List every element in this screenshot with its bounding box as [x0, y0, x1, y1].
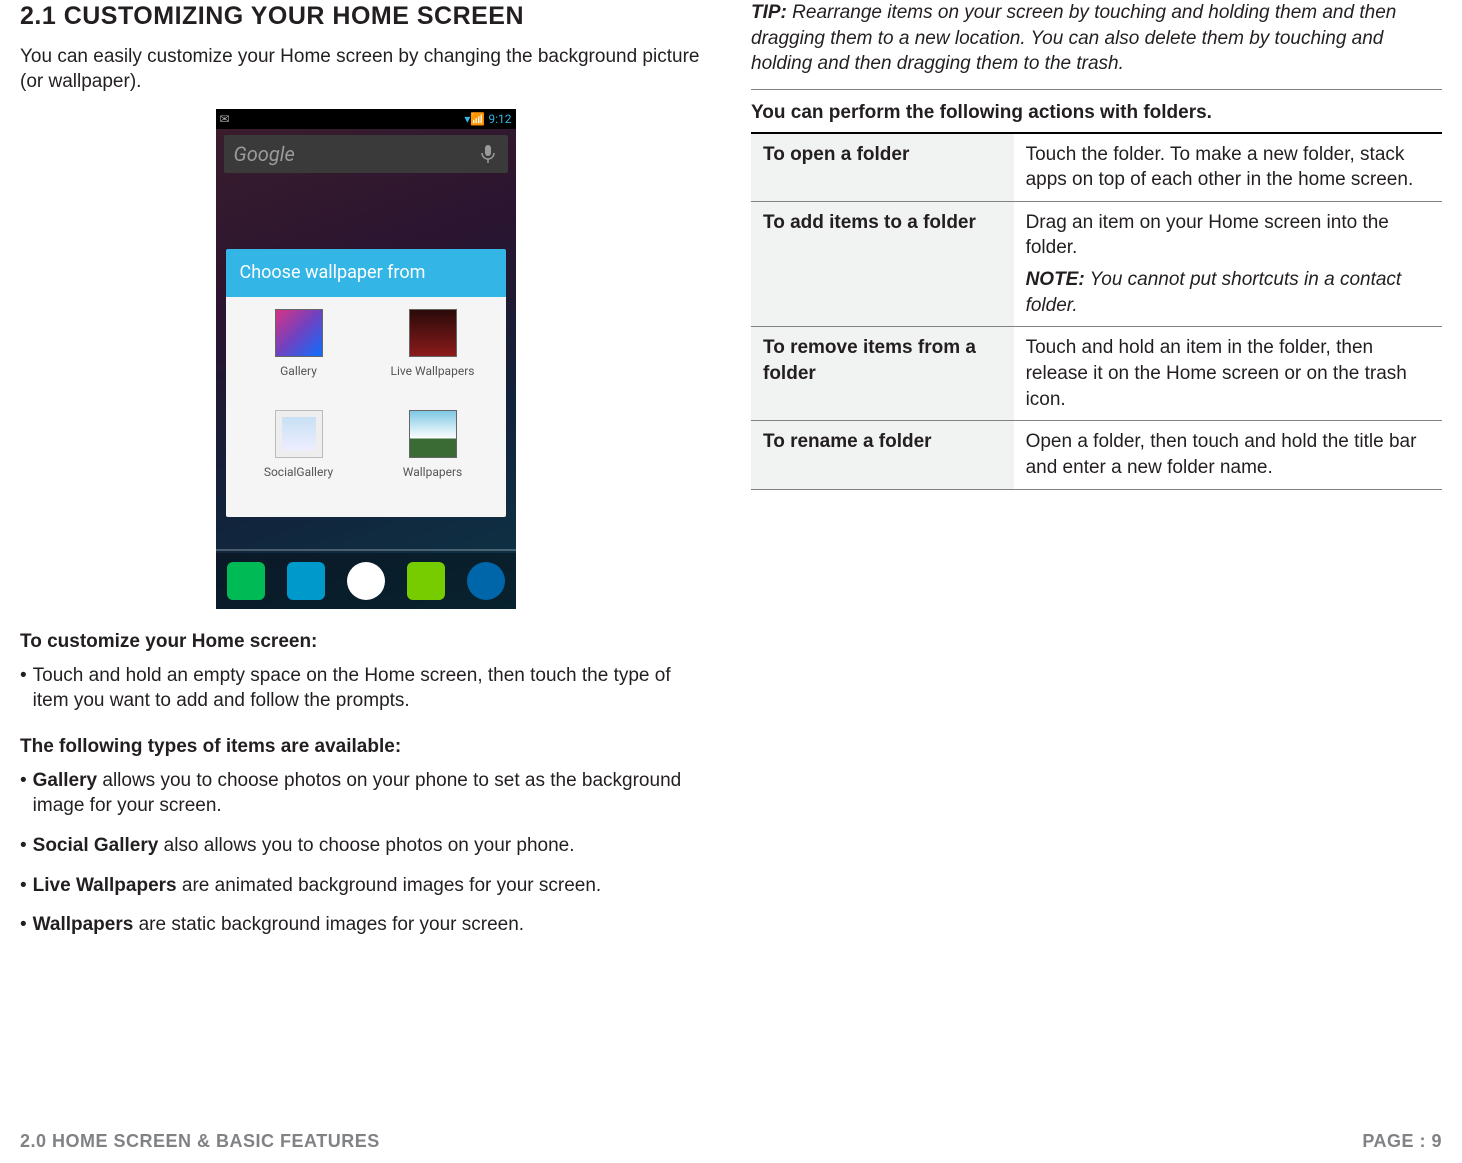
phone-dock	[216, 553, 516, 609]
table-value: Open a folder, then touch and hold the t…	[1014, 421, 1442, 489]
app-drawer-icon	[347, 562, 385, 600]
wallpaper-sheet: Gallery Live Wallpapers SocialGallery Wa…	[226, 297, 506, 517]
wallpaper-option-label: Gallery	[280, 363, 317, 379]
wifi-icon: ▾📶	[464, 112, 485, 126]
footer-section: 2.0 HOME SCREEN & BASIC FEATURES	[20, 1129, 380, 1153]
gallery-icon	[275, 309, 323, 357]
customize-lead: To customize your Home screen:	[20, 629, 711, 655]
phone-screenshot: ✉ ▾📶 9:12 Google Choose wallpaper from G…	[20, 109, 711, 609]
status-right: ▾📶 9:12	[464, 111, 511, 127]
item-type-name: Wallpapers	[33, 914, 134, 935]
messaging-app-icon	[407, 562, 445, 600]
item-type-desc: allows you to choose photos on your phon…	[33, 770, 682, 817]
table-row: To open a folderTouch the folder. To mak…	[751, 134, 1442, 202]
table-key: To open a folder	[751, 134, 1014, 202]
browser-app-icon	[467, 562, 505, 600]
table-value: Drag an item on your Home screen into th…	[1014, 201, 1442, 327]
wallpaper-option-live: Live Wallpapers	[366, 309, 500, 410]
wallpapers-icon	[409, 410, 457, 458]
note-label: NOTE:	[1026, 269, 1085, 290]
wallpaper-option-gallery: Gallery	[232, 309, 366, 410]
item-type-name: Gallery	[33, 770, 97, 791]
mic-icon	[480, 144, 496, 171]
table-value: Touch and hold an item in the folder, th…	[1014, 327, 1442, 421]
item-type-desc: also allows you to choose photos on your…	[158, 835, 574, 856]
list-item: Wallpapers are static background images …	[20, 912, 711, 938]
left-column: 2.1 CUSTOMIZING YOUR HOME SCREEN You can…	[20, 0, 711, 952]
list-item-text: Touch and hold an empty space on the Hom…	[33, 663, 711, 714]
contacts-app-icon	[287, 562, 325, 600]
footer-page: PAGE : 9	[1362, 1129, 1442, 1153]
right-column: TIP: Rearrange items on your screen by t…	[751, 0, 1442, 952]
table-row: To rename a folderOpen a folder, then to…	[751, 421, 1442, 489]
intro-paragraph: You can easily customize your Home scree…	[20, 44, 711, 95]
phone-app-icon	[227, 562, 265, 600]
mail-icon: ✉	[220, 111, 230, 127]
table-key: To remove items from a folder	[751, 327, 1014, 421]
wallpaper-option-label: Live Wallpapers	[391, 363, 475, 379]
folder-actions-table: To open a folderTouch the folder. To mak…	[751, 134, 1442, 490]
wallpaper-option-social: SocialGallery	[232, 410, 366, 511]
table-key: To add items to a folder	[751, 201, 1014, 327]
table-lead: You can perform the following actions wi…	[751, 100, 1442, 134]
item-type-desc: are animated background images for your …	[177, 875, 602, 896]
search-placeholder: Google	[234, 141, 295, 168]
table-key: To rename a folder	[751, 421, 1014, 489]
wallpaper-option-label: SocialGallery	[264, 464, 333, 480]
status-time: 9:12	[488, 112, 511, 126]
types-lead: The following types of items are availab…	[20, 734, 711, 760]
page-footer: 2.0 HOME SCREEN & BASIC FEATURES PAGE : …	[20, 1129, 1442, 1153]
list-item: Live Wallpapers are animated background …	[20, 873, 711, 899]
list-item: Gallery allows you to choose photos on y…	[20, 768, 711, 819]
google-search-bar: Google	[224, 135, 508, 173]
table-row: To add items to a folderDrag an item on …	[751, 201, 1442, 327]
tip-label: TIP:	[751, 2, 787, 23]
item-type-name: Live Wallpapers	[33, 875, 177, 896]
wallpaper-sheet-title: Choose wallpaper from	[226, 249, 506, 297]
wallpaper-option-label: Wallpapers	[403, 464, 462, 480]
item-type-desc: are static background images for your sc…	[133, 914, 524, 935]
item-type-name: Social Gallery	[33, 835, 159, 856]
section-heading: 2.1 CUSTOMIZING YOUR HOME SCREEN	[20, 0, 711, 34]
tip-paragraph: TIP: Rearrange items on your screen by t…	[751, 0, 1442, 90]
tip-text: Rearrange items on your screen by touchi…	[751, 2, 1396, 74]
list-item: Social Gallery also allows you to choose…	[20, 833, 711, 859]
table-value: Touch the folder. To make a new folder, …	[1014, 134, 1442, 202]
wallpaper-option-wallpapers: Wallpapers	[366, 410, 500, 511]
table-row: To remove items from a folderTouch and h…	[751, 327, 1442, 421]
social-gallery-icon	[275, 410, 323, 458]
live-wallpapers-icon	[409, 309, 457, 357]
list-item: Touch and hold an empty space on the Hom…	[20, 663, 711, 714]
